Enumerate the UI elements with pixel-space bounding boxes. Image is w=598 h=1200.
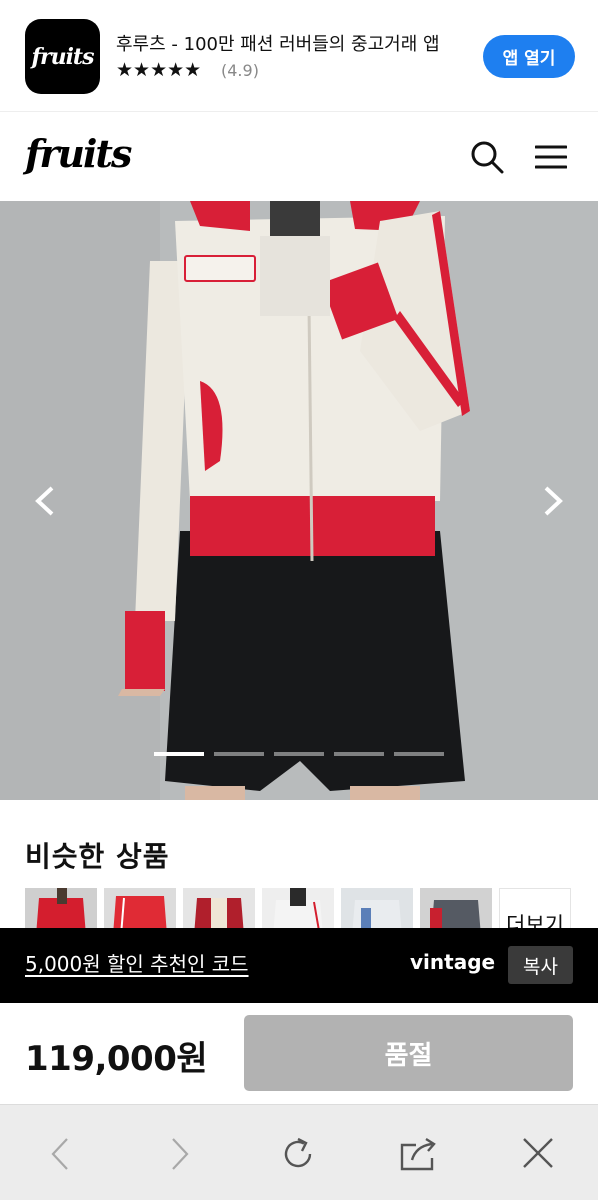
- more-similar-button[interactable]: 더보기: [499, 888, 571, 928]
- similar-item-thumbnail[interactable]: [420, 888, 492, 928]
- product-image-carousel[interactable]: [0, 201, 598, 800]
- referral-promo-bar: 5,000원 할인 추천인 코드 vintage 복사: [0, 928, 598, 1003]
- carousel-dot[interactable]: [214, 752, 264, 756]
- back-icon[interactable]: [48, 1136, 72, 1172]
- app-icon[interactable]: fruits: [25, 19, 100, 94]
- share-icon[interactable]: [398, 1136, 438, 1172]
- app-install-banner: fruits 후루츠 - 100만 패션 러버들의 중고거래 앱 ★★★★★ (…: [0, 0, 598, 112]
- carousel-dot[interactable]: [394, 752, 444, 756]
- sold-out-button[interactable]: 품절: [244, 1015, 573, 1091]
- carousel-indicators: [154, 752, 444, 756]
- site-header: fruits: [0, 113, 598, 201]
- carousel-dot[interactable]: [154, 752, 204, 756]
- similar-item-thumbnail[interactable]: [25, 888, 97, 928]
- referral-code: vintage: [410, 950, 496, 974]
- similar-items-title: 비슷한 상품: [25, 840, 170, 873]
- chevron-left-icon[interactable]: [30, 484, 60, 518]
- similar-item-thumbnail[interactable]: [262, 888, 334, 928]
- menu-icon[interactable]: [535, 143, 567, 171]
- similar-item-thumbnail[interactable]: [104, 888, 176, 928]
- open-app-button[interactable]: 앱 열기: [483, 35, 575, 78]
- similar-items-list: 더보기: [25, 888, 571, 928]
- app-icon-logo: fruits: [31, 43, 95, 70]
- site-logo[interactable]: fruits: [25, 131, 132, 176]
- copy-code-button[interactable]: 복사: [508, 946, 573, 984]
- product-photo: [0, 201, 598, 800]
- forward-icon[interactable]: [168, 1136, 192, 1172]
- close-icon[interactable]: [521, 1136, 555, 1170]
- chevron-right-icon[interactable]: [538, 484, 568, 518]
- similar-item-thumbnail[interactable]: [183, 888, 255, 928]
- carousel-dot[interactable]: [274, 752, 324, 756]
- product-price: 119,000원: [25, 1039, 208, 1079]
- browser-toolbar: [0, 1104, 598, 1200]
- rating-value: (4.9): [221, 61, 259, 80]
- reload-icon[interactable]: [280, 1136, 316, 1172]
- search-icon[interactable]: [470, 140, 504, 174]
- carousel-dot[interactable]: [334, 752, 384, 756]
- similar-item-thumbnail[interactable]: [341, 888, 413, 928]
- app-title: 후루츠 - 100만 패션 러버들의 중고거래 앱: [116, 34, 440, 55]
- referral-discount-link[interactable]: 5,000원 할인 추천인 코드: [25, 948, 249, 977]
- rating-stars: ★★★★★: [116, 59, 202, 81]
- purchase-bar: 119,000원 품절: [0, 1003, 598, 1104]
